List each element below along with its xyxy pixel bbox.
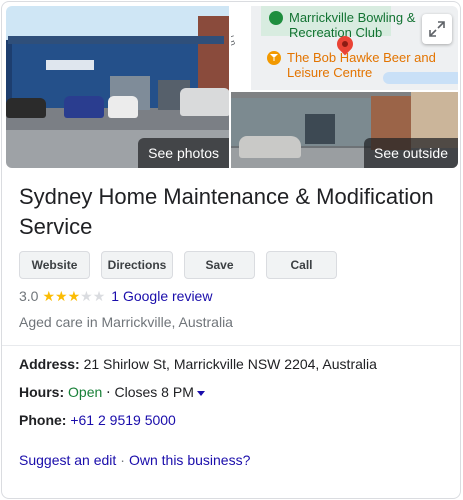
map-poi-orange: The Bob Hawke Beer and Leisure Centre — [287, 50, 436, 80]
rating-row: 3.0 ★ ★ ★ ★ ★ 1 Google review — [19, 288, 212, 304]
address-label: Address: — [19, 356, 80, 372]
hours-close: Closes 8 PM — [114, 384, 194, 400]
hours-label: Hours: — [19, 384, 65, 400]
photo-strip: See photos Ln Marrickville Bowling & Rec… — [6, 6, 458, 168]
expand-icon — [429, 21, 445, 37]
phone-row: Phone: +61 2 9519 5000 — [19, 412, 176, 428]
hours-status: Open — [68, 384, 103, 400]
photo-car — [108, 96, 138, 118]
knowledge-panel: See photos Ln Marrickville Bowling & Rec… — [1, 1, 461, 499]
rating-value: 3.0 — [19, 288, 39, 304]
reviews-link[interactable]: 1 Google review — [111, 288, 212, 304]
green-place-pin-icon — [269, 11, 283, 25]
directions-button[interactable]: Directions — [101, 251, 173, 279]
expand-map-button[interactable] — [422, 14, 452, 44]
hours-close-dropdown[interactable]: Closes 8 PM — [115, 384, 205, 400]
see-outside-label[interactable]: See outside — [364, 138, 458, 168]
photo-roof — [8, 36, 224, 44]
website-button[interactable]: Website — [19, 251, 90, 279]
address-value[interactable]: 21 Shirlow St, Marrickville NSW 2204, Au… — [84, 356, 377, 372]
map-thumbnail[interactable]: Ln Marrickville Bowling & Recreation Clu… — [231, 6, 458, 90]
phone-label: Phone: — [19, 412, 67, 428]
photo-wall — [198, 16, 229, 96]
star-empty-icon: ★ — [80, 288, 93, 304]
main-photo[interactable]: See photos — [6, 6, 229, 168]
divider — [2, 345, 460, 346]
map-poi-green: Marrickville Bowling & Recreation Club — [289, 10, 416, 40]
action-buttons: Website Directions Save Call — [19, 251, 337, 279]
photo-door — [305, 114, 335, 144]
hours-row: Hours: Open ⋅ Closes 8 PM — [19, 384, 205, 401]
star-rating: ★ ★ ★ ★ ★ — [42, 289, 105, 303]
cocktail-pin-icon — [267, 51, 281, 65]
save-button[interactable]: Save — [184, 251, 255, 279]
footer-separator: · — [120, 452, 125, 468]
business-category: Aged care in Marrickville, Australia — [19, 314, 233, 330]
dropdown-caret-icon — [196, 390, 205, 396]
star-empty-icon: ★ — [92, 288, 106, 304]
photo-car — [180, 88, 229, 116]
call-button[interactable]: Call — [266, 251, 337, 279]
photo-sign — [46, 60, 94, 70]
photo-car — [6, 98, 46, 118]
map-road — [231, 6, 251, 90]
photo-car — [64, 96, 104, 118]
footer-links: Suggest an edit · Own this business? — [19, 452, 250, 468]
phone-link[interactable]: +61 2 9519 5000 — [70, 412, 176, 428]
star-filled-icon: ★ — [67, 288, 81, 304]
see-photos-label[interactable]: See photos — [138, 138, 229, 168]
star-filled-icon: ★ — [55, 288, 68, 304]
outside-photo[interactable]: See outside — [231, 92, 458, 168]
suggest-edit-link[interactable]: Suggest an edit — [19, 452, 116, 468]
hours-separator: ⋅ — [106, 384, 111, 400]
star-filled-icon: ★ — [42, 288, 56, 304]
business-title: Sydney Home Maintenance & Modification S… — [19, 184, 434, 239]
photo-car — [239, 136, 301, 158]
own-business-link[interactable]: Own this business? — [129, 452, 250, 468]
address-row: Address: 21 Shirlow St, Marrickville NSW… — [19, 356, 377, 372]
